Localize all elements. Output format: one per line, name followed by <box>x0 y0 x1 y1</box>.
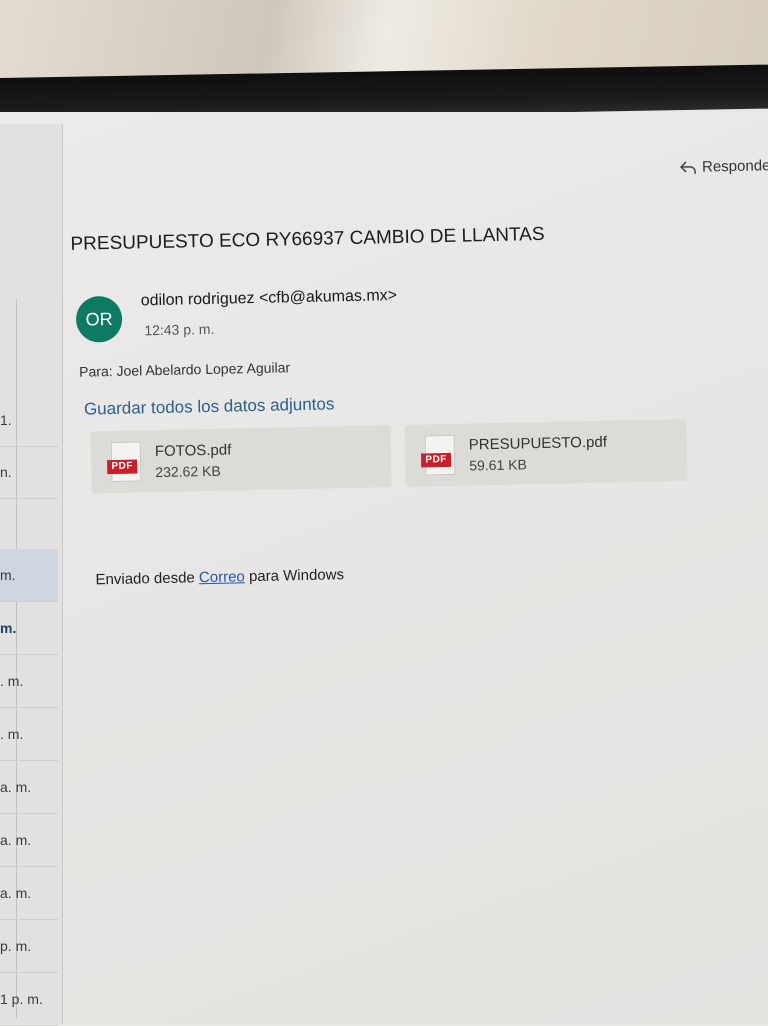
list-item[interactable]: a. m. <box>0 867 58 920</box>
email-subject: PRESUPUESTO ECO RY66937 CAMBIO DE LLANTA… <box>70 223 545 255</box>
reading-pane: Responde PRESUPUESTO ECO RY66937 CAMBIO … <box>62 109 768 1024</box>
message-list: 1. n. m. m. . m. . m. a. m. a. m. a. m. … <box>0 124 63 1026</box>
email-body: Enviado desde Correo para Windows <box>95 566 344 588</box>
list-item-time: 1. <box>0 412 12 428</box>
sender-name[interactable]: odilon rodriguez <cfb@akumas.mx> <box>141 287 398 310</box>
attachment-text: PRESUPUESTO.pdf 59.61 KB <box>469 433 608 473</box>
list-item-time: . m. <box>0 673 24 689</box>
reply-button[interactable]: Responde <box>679 157 768 176</box>
pdf-icon: PDF <box>107 441 142 483</box>
mail-app-link[interactable]: Correo <box>199 568 245 586</box>
pdf-badge: PDF <box>420 452 452 468</box>
list-item[interactable]: n. <box>0 446 58 499</box>
reply-icon <box>679 160 696 174</box>
pdf-badge: PDF <box>107 459 138 475</box>
list-item[interactable]: p. m. <box>0 920 58 973</box>
list-item-time: n. <box>0 464 12 480</box>
attachment-size: 59.61 KB <box>469 455 527 474</box>
list-item-time: 1 p. m. <box>0 991 43 1007</box>
list-item-time: a. m. <box>0 779 32 795</box>
list-item[interactable]: . m. <box>0 655 58 708</box>
list-item-time: m. <box>0 567 16 583</box>
body-prefix: Enviado desde <box>95 569 195 589</box>
attachment-name: FOTOS.pdf <box>154 441 232 460</box>
list-item[interactable]: a. m. <box>0 814 58 867</box>
save-all-attachments-link[interactable]: Guardar todos los datos adjuntos <box>84 394 335 419</box>
list-item[interactable]: m. <box>0 602 58 655</box>
attachment-text: FOTOS.pdf 232.62 KB <box>155 441 232 480</box>
to-label: Para: <box>79 362 113 380</box>
recipient-line: Para: Joel Abelardo Lopez Aguilar <box>79 359 290 379</box>
body-suffix: para Windows <box>248 566 345 586</box>
list-item[interactable]: . m. <box>0 708 58 761</box>
list-item-time: p. m. <box>0 938 32 954</box>
list-item[interactable]: a. m. <box>0 761 58 814</box>
pdf-icon: PDF <box>420 434 456 476</box>
screen: 1. n. m. m. . m. . m. a. m. a. m. a. m. … <box>0 109 768 1026</box>
recipient-name[interactable]: Joel Abelardo Lopez Aguilar <box>116 359 290 379</box>
attachment-name: PRESUPUESTO.pdf <box>468 433 608 454</box>
list-item-time: a. m. <box>0 832 32 848</box>
list-item[interactable]: 1. <box>0 394 58 447</box>
list-item-time: . m. <box>0 726 24 742</box>
list-item-time: a. m. <box>0 885 32 901</box>
list-item-time: m. <box>0 620 17 636</box>
reply-label: Responde <box>701 157 768 176</box>
avatar[interactable]: OR <box>75 295 123 343</box>
list-item[interactable]: m. <box>0 549 58 602</box>
attachment-card[interactable]: PDF FOTOS.pdf 232.62 KB <box>90 425 392 494</box>
email-time: 12:43 p. m. <box>144 320 215 339</box>
list-item[interactable]: 1 p. m. <box>0 973 58 1026</box>
attachment-size: 232.62 KB <box>155 462 221 480</box>
attachment-card[interactable]: PDF PRESUPUESTO.pdf 59.61 KB <box>404 418 688 487</box>
